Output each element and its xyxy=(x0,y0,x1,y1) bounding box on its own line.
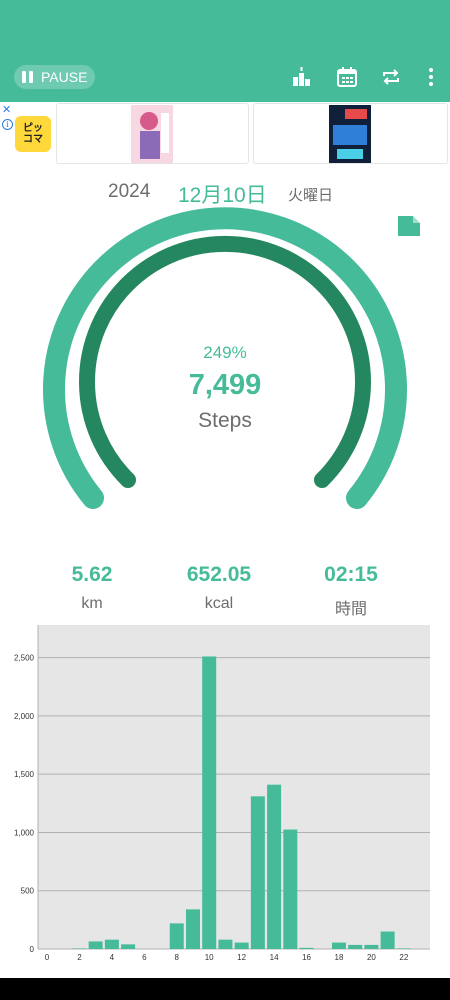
x-tick-label: 4 xyxy=(110,953,115,962)
distance-stat: 5.62 km xyxy=(32,563,152,613)
x-tick-label: 0 xyxy=(45,953,50,962)
bar-hour-15 xyxy=(283,829,298,949)
step-unit: Steps xyxy=(198,409,252,432)
distance-unit: km xyxy=(81,595,103,612)
ranking-icon[interactable] xyxy=(288,64,314,90)
ad-logo[interactable]: ピッ コマ xyxy=(15,116,51,152)
bar-hour-10 xyxy=(202,656,217,949)
x-tick-label: 12 xyxy=(237,953,246,962)
x-tick-label: 20 xyxy=(367,953,376,962)
y-tick-label: 500 xyxy=(21,887,35,896)
calories-stat: 652.05 kcal xyxy=(159,563,279,613)
pause-button[interactable]: PAUSE xyxy=(14,65,95,89)
bar-hour-4 xyxy=(104,939,119,949)
x-tick-label: 10 xyxy=(205,953,214,962)
x-tick-label: 2 xyxy=(77,953,82,962)
step-count: 7,499 xyxy=(188,369,262,401)
bar-hour-8 xyxy=(169,923,184,949)
distance-value: 5.62 xyxy=(71,563,113,586)
manga-cover-image xyxy=(131,105,173,163)
x-tick-label: 8 xyxy=(175,953,180,962)
ad-info-icon[interactable]: i xyxy=(2,119,13,130)
ad-card-1[interactable] xyxy=(56,103,249,164)
bar-hour-12 xyxy=(234,942,249,949)
bar-hour-20 xyxy=(364,944,379,949)
hourly-steps-chart: 2,500 2,000 1,500 1,000 500 0 0 2 4 6 8 10 12 14 16 18 2… xyxy=(14,625,430,962)
y-tick-label: 1,000 xyxy=(14,828,35,837)
calories-value: 652.05 xyxy=(186,563,252,586)
app-bar: PAUSE xyxy=(0,0,450,102)
pause-icon xyxy=(22,71,33,83)
x-tick-label: 18 xyxy=(335,953,344,962)
chart-plot-area xyxy=(38,625,430,949)
x-tick-label: 16 xyxy=(302,953,311,962)
bar-hour-14 xyxy=(267,784,282,949)
y-tick-label: 1,500 xyxy=(14,770,35,779)
y-tick-label: 2,000 xyxy=(14,712,35,721)
bar-hour-5 xyxy=(121,944,136,949)
bar-hour-19 xyxy=(348,944,363,949)
duration-label: 時間 xyxy=(334,601,367,618)
manga-cover-image xyxy=(329,105,371,163)
step-gauge xyxy=(43,207,407,509)
bar-hour-11 xyxy=(218,939,233,949)
bar-hour-9 xyxy=(185,909,200,949)
calories-unit: kcal xyxy=(204,595,234,612)
bar-hour-2 xyxy=(72,948,87,949)
system-nav-bar xyxy=(0,978,450,1000)
calendar-icon[interactable] xyxy=(334,64,360,90)
bar-hour-13 xyxy=(250,796,265,949)
bar-hour-16 xyxy=(299,947,314,949)
x-tick-label: 22 xyxy=(399,953,408,962)
y-tick-label: 0 xyxy=(30,945,35,954)
duration-stat: 02:15 時間 xyxy=(291,563,411,619)
goal-percent: 249% xyxy=(203,343,247,362)
y-tick-label: 2,500 xyxy=(14,654,35,663)
pause-label: PAUSE xyxy=(41,69,88,85)
bar-hour-18 xyxy=(331,942,346,949)
duration-value: 02:15 xyxy=(324,563,378,586)
bar-hour-3 xyxy=(88,941,103,949)
x-tick-label: 14 xyxy=(270,953,279,962)
repeat-icon[interactable] xyxy=(378,64,404,90)
more-vert-icon[interactable] xyxy=(418,64,444,90)
x-tick-label: 6 xyxy=(142,953,147,962)
ad-card-2[interactable] xyxy=(253,103,448,164)
ad-close-icon[interactable]: ✕ xyxy=(2,103,11,116)
bar-hour-21 xyxy=(380,931,395,949)
bar-hour-22 xyxy=(396,948,411,949)
